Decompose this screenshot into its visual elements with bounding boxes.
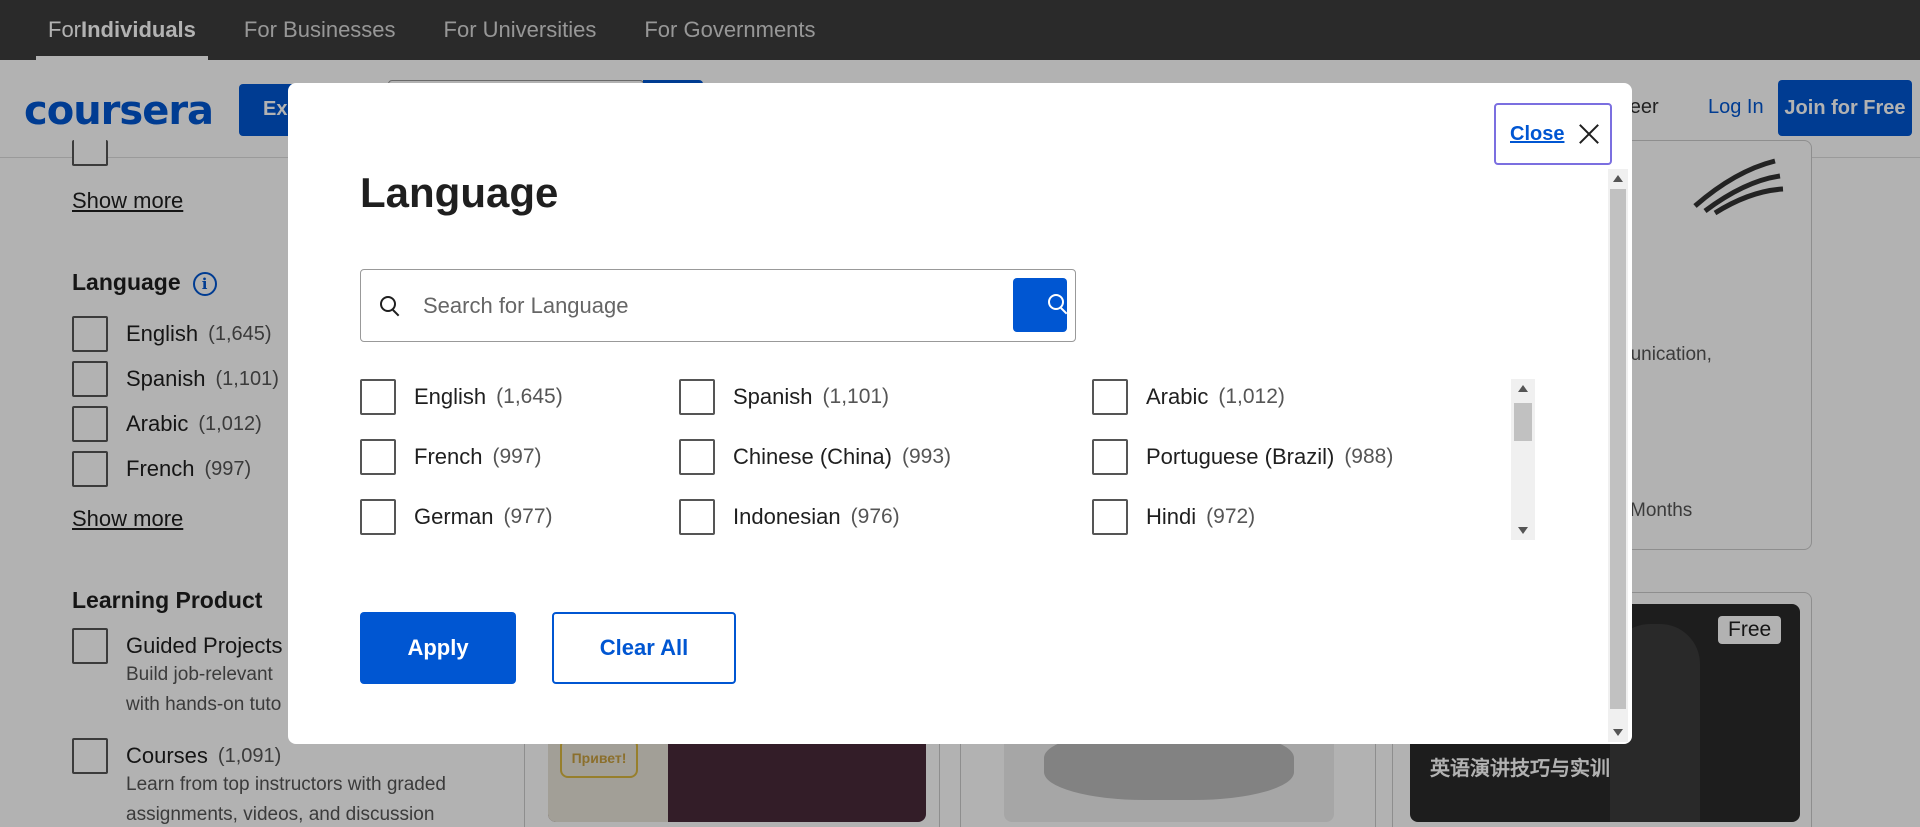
- search-icon: [1047, 293, 1069, 315]
- language-options-grid: English (1,645) Spanish (1,101) Arabic (1,0…: [360, 379, 1530, 539]
- checkbox[interactable]: [1092, 439, 1128, 475]
- option-count: (1,645): [496, 385, 563, 408]
- checkbox[interactable]: [360, 439, 396, 475]
- checkbox[interactable]: [1092, 379, 1128, 415]
- search-submit-button[interactable]: [1013, 278, 1067, 332]
- option-count: (993): [901, 445, 951, 468]
- checkbox[interactable]: [360, 499, 396, 535]
- option-label: French: [414, 444, 483, 469]
- checkbox[interactable]: [679, 499, 715, 535]
- language-option-german[interactable]: German (977): [360, 499, 553, 535]
- checkbox[interactable]: [679, 439, 715, 475]
- option-count: (1,012): [1218, 385, 1285, 408]
- option-label: English: [414, 384, 487, 409]
- language-option-arabic[interactable]: Arabic (1,012): [1092, 379, 1285, 415]
- apply-button[interactable]: Apply: [360, 612, 516, 684]
- option-count: (988): [1344, 445, 1394, 468]
- language-search-box: [360, 269, 1076, 342]
- option-count: (1,101): [822, 385, 890, 408]
- language-search-input[interactable]: [423, 292, 983, 319]
- language-option-portuguese-brazil[interactable]: Portuguese (Brazil) (988): [1092, 439, 1393, 475]
- option-count: (972): [1206, 505, 1256, 528]
- option-label: Hindi: [1146, 504, 1197, 529]
- language-option-french[interactable]: French (997): [360, 439, 542, 475]
- language-filter-modal: Close Language English (1,645) Spanish (1,…: [288, 83, 1632, 744]
- language-option-indonesian[interactable]: Indonesian (976): [679, 499, 900, 535]
- checkbox[interactable]: [679, 379, 715, 415]
- checkbox[interactable]: [1092, 499, 1128, 535]
- scrollbar-thumb[interactable]: [1514, 403, 1532, 441]
- option-count: (976): [850, 505, 900, 528]
- language-option-hindi[interactable]: Hindi (972): [1092, 499, 1255, 535]
- modal-title: Language: [360, 169, 559, 216]
- language-option-english[interactable]: English (1,645): [360, 379, 563, 415]
- scroll-down-arrow-icon[interactable]: [1518, 527, 1528, 534]
- option-label: Indonesian: [733, 504, 841, 529]
- search-icon: [379, 295, 401, 317]
- scroll-up-arrow-icon[interactable]: [1613, 175, 1623, 182]
- option-label: Portuguese (Brazil): [1146, 444, 1335, 469]
- option-label: Arabic: [1146, 384, 1209, 409]
- language-option-chinese-china[interactable]: Chinese (China) (993): [679, 439, 951, 475]
- language-option-spanish[interactable]: Spanish (1,101): [679, 379, 889, 415]
- modal-scrollbar[interactable]: [1608, 169, 1628, 742]
- option-label: Spanish: [733, 384, 813, 409]
- option-label: Chinese (China): [733, 444, 892, 469]
- option-count: (977): [503, 505, 553, 528]
- scrollbar-thumb[interactable]: [1610, 189, 1626, 709]
- checkbox[interactable]: [360, 379, 396, 415]
- close-icon: [1578, 123, 1600, 145]
- close-label: Close: [1510, 122, 1565, 145]
- scroll-up-arrow-icon[interactable]: [1518, 385, 1528, 392]
- scroll-down-arrow-icon[interactable]: [1613, 729, 1623, 736]
- option-count: (997): [492, 445, 542, 468]
- option-label: German: [414, 504, 494, 529]
- clear-all-button[interactable]: Clear All: [552, 612, 736, 684]
- options-scrollbar[interactable]: [1511, 379, 1535, 540]
- close-button[interactable]: Close: [1494, 103, 1612, 165]
